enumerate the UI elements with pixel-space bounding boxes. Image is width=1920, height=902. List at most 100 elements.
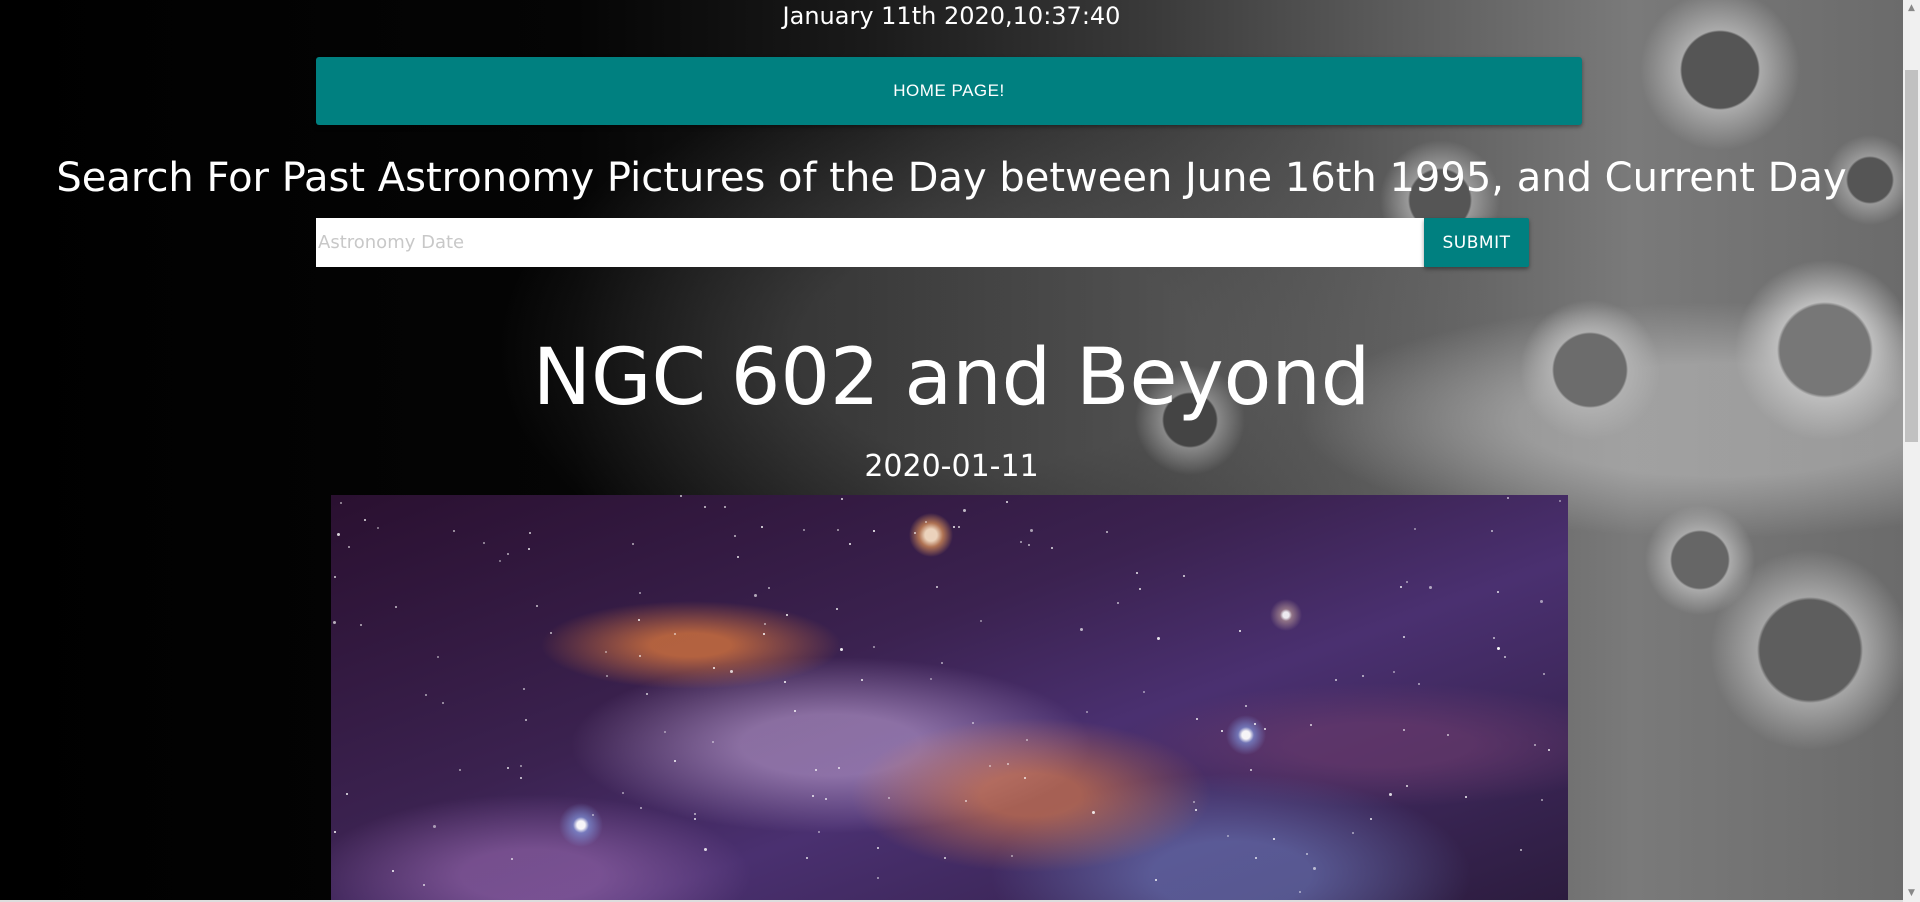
star-dot: [713, 667, 715, 669]
star-dot: [818, 831, 820, 833]
astronomy-date-input[interactable]: [316, 218, 1424, 267]
star-dot: [944, 857, 946, 859]
star-dot: [888, 797, 890, 799]
star-dot: [825, 798, 827, 800]
star-dot: [1534, 744, 1536, 746]
star-dot: [1092, 811, 1095, 814]
star-dot: [980, 620, 982, 622]
star-dot: [877, 847, 879, 849]
star-dot: [930, 678, 932, 680]
star-dot: [754, 594, 757, 597]
star-dot: [622, 792, 624, 794]
apod-image: [331, 495, 1568, 902]
star-dot: [1254, 723, 1256, 725]
star-dot: [392, 870, 394, 872]
star-dot: [1245, 705, 1247, 707]
star-dot: [1157, 637, 1160, 640]
star-dot: [377, 527, 379, 529]
star-dot: [972, 722, 974, 724]
star-dot: [639, 592, 641, 594]
star-dot: [1155, 879, 1157, 881]
star-dot: [730, 670, 733, 673]
star-dot: [914, 532, 916, 534]
star-dot: [1541, 799, 1543, 801]
star-dot: [1026, 739, 1028, 741]
star-dot: [1007, 763, 1009, 765]
star-dot: [1020, 541, 1022, 543]
star-dot: [1011, 855, 1013, 857]
star-dot: [1406, 785, 1408, 787]
star-dot: [360, 624, 362, 626]
star-dot: [1306, 853, 1308, 855]
star-dot: [1030, 529, 1033, 532]
star-dot: [520, 765, 522, 767]
star-dot: [528, 548, 530, 550]
star-dot: [340, 502, 342, 504]
star-dot: [1406, 581, 1408, 583]
star-dot: [1543, 673, 1545, 675]
star-dot: [1196, 718, 1198, 720]
star-dot: [724, 506, 726, 508]
search-heading: Search For Past Astronomy Pictures of th…: [56, 155, 1847, 201]
star-dot: [737, 556, 739, 558]
star-dot: [1183, 575, 1185, 577]
star-dot: [837, 529, 839, 531]
star-dot: [1250, 769, 1252, 771]
scrollbar-thumb[interactable]: [1905, 70, 1918, 442]
star-dot: [712, 741, 714, 743]
star-dot: [520, 777, 522, 779]
star-dot: [764, 623, 766, 625]
star-dot: [838, 767, 840, 769]
star-dot: [1429, 586, 1432, 589]
star-dot: [1143, 691, 1145, 693]
star-dot: [334, 831, 336, 833]
star-dot: [1028, 544, 1030, 546]
vertical-scrollbar[interactable]: ▲ ▼: [1903, 0, 1920, 902]
star-dot: [348, 546, 350, 548]
star-dot: [849, 543, 851, 545]
star-dot: [734, 535, 736, 537]
star-dot: [1497, 647, 1500, 650]
star-dot: [1136, 572, 1138, 574]
star-dot: [1520, 849, 1522, 851]
star-dot: [536, 605, 538, 607]
star-dot: [1335, 679, 1337, 681]
star-dot: [664, 731, 666, 733]
star-dot: [1080, 628, 1083, 631]
star-dot: [1106, 531, 1108, 533]
star-dot: [1139, 588, 1141, 590]
star-dot: [1117, 602, 1119, 604]
star-dot: [1393, 671, 1395, 673]
star-dot: [1299, 891, 1301, 893]
star-dot: [632, 543, 634, 545]
star-dot: [606, 675, 608, 677]
star-dot: [806, 857, 808, 859]
apod-date: 2020-01-11: [864, 449, 1039, 484]
apod-title: NGC 602 and Beyond: [532, 333, 1371, 423]
star-dot: [337, 533, 340, 536]
star-dot: [1559, 500, 1561, 502]
page-viewport: January 11th 2020,10:37:40 HOME PAGE! Se…: [0, 0, 1920, 902]
star-dot: [815, 769, 817, 771]
star-dot: [1051, 547, 1053, 549]
submit-button[interactable]: SUBMIT: [1424, 218, 1529, 267]
star-dot: [768, 587, 770, 589]
star-dot: [511, 858, 513, 860]
star-dot: [1497, 591, 1499, 593]
star-dot: [638, 619, 640, 621]
star-dot: [1540, 600, 1543, 603]
star-dot: [694, 813, 696, 815]
star-dot: [1352, 832, 1354, 834]
scroll-up-arrow-icon[interactable]: ▲: [1903, 0, 1920, 17]
star-dot: [333, 621, 336, 624]
star-dot: [953, 526, 955, 528]
star-dot: [425, 694, 427, 696]
star-dot: [674, 760, 676, 762]
star-dot: [1389, 793, 1392, 796]
star-dot: [1362, 675, 1364, 677]
star-dot: [1264, 728, 1266, 730]
home-page-button[interactable]: HOME PAGE!: [316, 57, 1582, 125]
star-dot: [1507, 497, 1509, 499]
star-dot: [680, 495, 682, 497]
scroll-down-arrow-icon[interactable]: ▼: [1903, 885, 1920, 902]
